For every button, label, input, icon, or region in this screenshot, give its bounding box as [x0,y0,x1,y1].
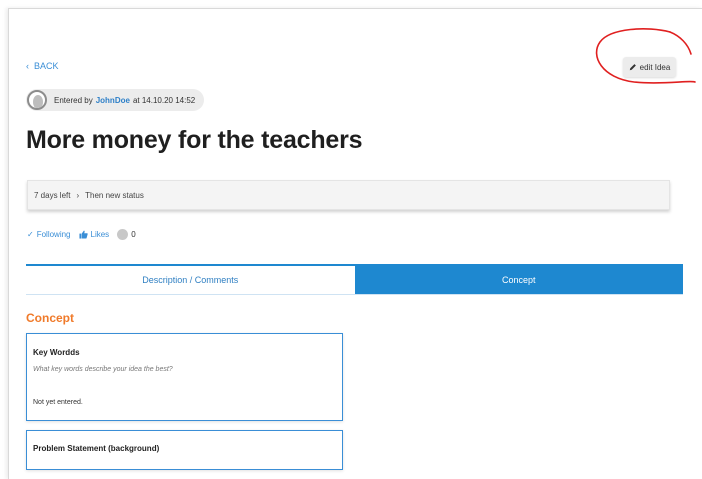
check-icon: ✓ [27,230,34,239]
page-title: More money for the teachers [26,126,363,154]
likes-label: Likes [90,230,110,239]
entered-timestamp: at 14.10.20 14:52 [132,95,196,105]
likes-count: 0 [117,229,136,240]
chevron-left-icon: ‹ [26,61,29,71]
author-link[interactable]: JohnDoe [96,96,130,105]
problem-statement-card[interactable]: Problem Statement (background) [26,430,343,470]
likes-button[interactable]: Likes [78,230,110,239]
pencil-icon [629,64,636,71]
thumbs-up-icon [78,230,88,239]
following-label: Following [36,230,71,239]
back-link[interactable]: ‹ BACK [26,61,59,71]
count-circle-icon [117,229,129,240]
card-title: Problem Statement (background) [33,444,160,453]
edit-idea-label: edit Idea [639,62,671,72]
back-label: BACK [34,61,59,71]
tab-bar: Description / Comments Concept [26,264,683,295]
likes-count-value: 0 [131,230,136,239]
card-title: Key Wordds [33,348,80,357]
card-value: Not yet entered. [33,399,83,406]
next-status-text: Then new status [85,190,144,200]
status-bar: 7 days left › Then new status [27,180,670,210]
entered-by-badge: Entered by JohnDoe at 14.10.20 14:52 [26,89,205,111]
edit-idea-button[interactable]: edit Idea [623,57,676,77]
tab-description-comments[interactable]: Description / Comments [26,266,355,294]
card-hint: What key words describe your idea the be… [33,366,173,373]
chevron-right-icon: › [76,190,80,200]
avatar [27,90,47,110]
concept-heading: Concept [26,311,74,325]
days-left-text: 7 days left [34,190,71,200]
tab-concept[interactable]: Concept [354,266,683,294]
following-toggle[interactable]: ✓ Following [27,230,71,239]
key-words-card[interactable]: Key Wordds What key words describe your … [26,333,343,421]
entered-prefix: Entered by [54,95,93,105]
social-bar: ✓ Following Likes 0 [27,229,136,240]
